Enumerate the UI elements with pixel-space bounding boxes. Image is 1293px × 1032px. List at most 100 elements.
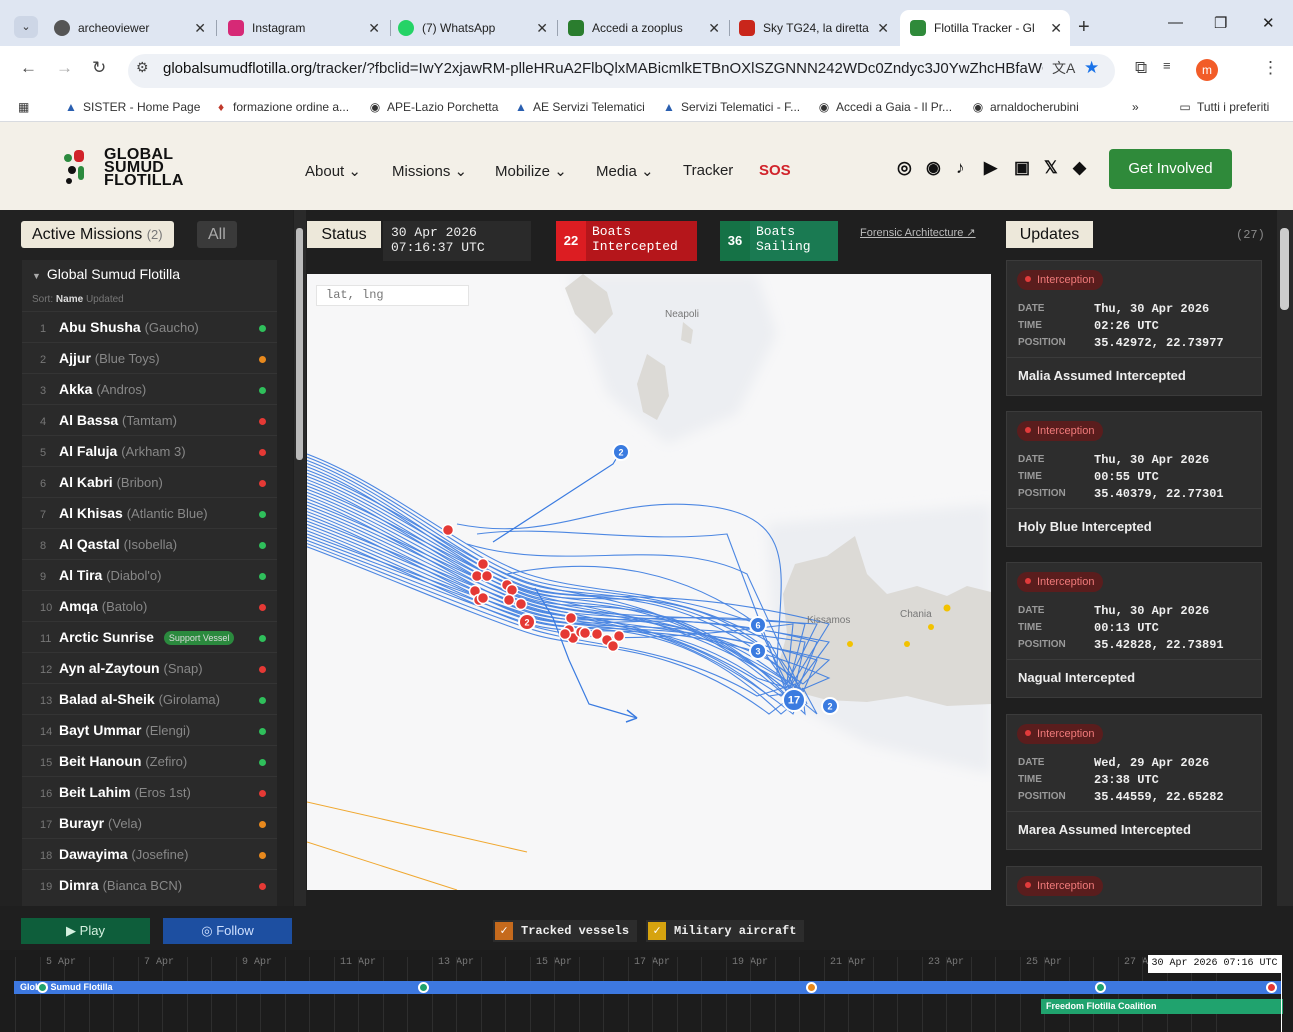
timeline-event-dot[interactable]: [418, 982, 429, 993]
updates-scrollbar[interactable]: [1277, 210, 1293, 906]
vessel-row[interactable]: 17 Burayr (Vela): [22, 807, 277, 838]
tab-zooplus[interactable]: Accedi a zooplus ✕: [558, 10, 728, 46]
vessel-row[interactable]: 18 Dawayima (Josefine): [22, 838, 277, 869]
instagram-icon[interactable]: ◎: [897, 158, 912, 178]
update-card[interactable]: Interception DATE Thu, 30 Apr 2026 TIME 00:5…: [1006, 411, 1262, 547]
military-aircraft-toggle[interactable]: ✓ Military aircraft: [646, 920, 805, 942]
url-text[interactable]: globalsumudflotilla.org/tracker/?fbclid=…: [163, 60, 1043, 77]
bookmark-sister[interactable]: ▲ SISTER - Home Page: [64, 100, 200, 114]
bookmarks-overflow[interactable]: »: [1132, 100, 1139, 114]
vessel-row[interactable]: 6 Al Kabri (Bribon): [22, 466, 277, 497]
close-tab-icon[interactable]: ✕: [1050, 20, 1062, 37]
vessel-row[interactable]: 1 Abu Shusha (Gaucho): [22, 311, 277, 342]
timeline-event-dot[interactable]: [37, 982, 48, 993]
menu-missions[interactable]: Missions ⌄: [392, 162, 467, 180]
mastodon-icon[interactable]: ◆: [1073, 158, 1086, 178]
profile-avatar[interactable]: m: [1196, 59, 1218, 81]
tab-search-button[interactable]: ⌄: [14, 16, 38, 38]
menu-media[interactable]: Media ⌄: [596, 162, 654, 180]
menu-about[interactable]: About ⌄: [305, 162, 361, 180]
tracked-vessels-toggle[interactable]: ✓ Tracked vessels: [493, 920, 638, 942]
site-info-icon[interactable]: ⚙: [136, 59, 149, 76]
forward-icon[interactable]: →: [56, 58, 73, 78]
translate-icon[interactable]: 文A: [1052, 58, 1075, 78]
x-icon[interactable]: 𝕏: [1044, 158, 1058, 178]
update-card[interactable]: Interception: [1006, 866, 1262, 906]
bookmark-ape-lazio[interactable]: ◉ APE-Lazio Porchetta: [368, 100, 499, 114]
bookmark-arnaldocherubini[interactable]: ◉ arnaldocherubini: [971, 100, 1079, 114]
play-button[interactable]: ▶ Play: [21, 918, 150, 944]
vessel-row[interactable]: 2 Ajjur (Blue Toys): [22, 342, 277, 373]
timeline-track-gsf[interactable]: [14, 981, 1281, 994]
bookmark-star-icon[interactable]: ★: [1084, 58, 1099, 78]
tab-archeoviewer[interactable]: archeoviewer ✕: [44, 10, 214, 46]
active-missions-tab[interactable]: Active Missions (2): [21, 221, 174, 248]
menu-tracker[interactable]: Tracker: [683, 162, 733, 179]
timeline-event-dot[interactable]: [1095, 982, 1106, 993]
tab-whatsapp[interactable]: (7) WhatsApp ✕: [388, 10, 556, 46]
vessel-row[interactable]: 16 Beit Lahim (Eros 1st): [22, 776, 277, 807]
tab-flotilla-tracker[interactable]: Flotilla Tracker - Gl ✕: [900, 10, 1070, 46]
scroll-thumb[interactable]: [1280, 228, 1289, 310]
close-tab-icon[interactable]: ✕: [708, 20, 720, 37]
forensic-architecture-link[interactable]: Forensic Architecture ↗: [860, 226, 976, 239]
vessel-row[interactable]: 8 Al Qastal (Isobella): [22, 528, 277, 559]
all-bookmarks-folder[interactable]: ▭ Tutti i preferiti: [1178, 100, 1269, 114]
vessel-number: 1: [40, 323, 47, 335]
vessel-row[interactable]: 14 Bayt Ummar (Elengi): [22, 714, 277, 745]
close-tab-icon[interactable]: ✕: [877, 20, 889, 37]
vessel-row[interactable]: 19 Dimra (Bianca BCN): [22, 869, 277, 900]
tab-instagram[interactable]: Instagram ✕: [218, 10, 388, 46]
vessel-row[interactable]: 10 Amqa (Batolo): [22, 590, 277, 621]
timeline-cursor[interactable]: [1281, 955, 1282, 1032]
update-card[interactable]: Interception DATE Thu, 30 Apr 2026 TIME 00:1…: [1006, 562, 1262, 698]
menu-sos[interactable]: SOS: [759, 162, 791, 179]
intercepted-boat-marker: [578, 626, 592, 640]
reload-icon[interactable]: ↻: [92, 58, 106, 78]
restore-icon[interactable]: ❐: [1214, 14, 1227, 32]
browser-menu-icon[interactable]: ⋮: [1262, 58, 1279, 78]
close-tab-icon[interactable]: ✕: [536, 20, 548, 37]
close-tab-icon[interactable]: ✕: [368, 20, 380, 37]
apps-grid-icon[interactable]: ▦: [18, 100, 29, 114]
telegram-icon[interactable]: ◉: [926, 158, 941, 178]
coordinate-search-input[interactable]: lat, lng: [316, 285, 469, 306]
close-tab-icon[interactable]: ✕: [194, 20, 206, 37]
vessel-row[interactable]: 12 Ayn al-Zaytoun (Snap): [22, 652, 277, 683]
vessel-row[interactable]: 15 Beit Hanoun (Zefiro): [22, 745, 277, 776]
linkedin-icon[interactable]: ▣: [1014, 158, 1030, 178]
close-window-icon[interactable]: ✕: [1262, 14, 1275, 32]
fleet-header[interactable]: ▼ Global Sumud Flotilla: [32, 266, 180, 282]
extensions-icon[interactable]: ⧉: [1135, 58, 1147, 78]
tiktok-icon[interactable]: ♪: [956, 158, 965, 178]
timeline-event-dot[interactable]: [1266, 982, 1277, 993]
bookmark-formazione[interactable]: ♦ formazione ordine a...: [214, 100, 349, 114]
minimize-icon[interactable]: —: [1168, 14, 1183, 31]
vessel-row[interactable]: 4 Al Bassa (Tamtam): [22, 404, 277, 435]
vessel-row[interactable]: 3 Akka (Andros): [22, 373, 277, 404]
vessel-row[interactable]: 13 Balad al-Sheik (Girolama): [22, 683, 277, 714]
update-card[interactable]: Interception DATE Wed, 29 Apr 2026 TIME 23:3…: [1006, 714, 1262, 850]
follow-button[interactable]: ◎ Follow: [163, 918, 292, 944]
bookmark-gaia[interactable]: ◉ Accedi a Gaia - Il Pr...: [817, 100, 952, 114]
scroll-thumb[interactable]: [296, 228, 303, 460]
new-tab-icon[interactable]: +: [1078, 16, 1090, 39]
back-icon[interactable]: ←: [20, 58, 37, 78]
all-missions-tab[interactable]: All: [197, 221, 237, 248]
get-involved-button[interactable]: Get Involved: [1109, 149, 1232, 189]
sort-by-updated[interactable]: Updated: [86, 294, 124, 305]
timeline-event-dot[interactable]: [806, 982, 817, 993]
vessel-row[interactable]: 5 Al Faluja (Arkham 3): [22, 435, 277, 466]
vessel-row[interactable]: 11 Arctic Sunrise Support Vessel: [22, 621, 277, 652]
reading-list-icon[interactable]: ≡: [1163, 58, 1171, 73]
youtube-icon[interactable]: ▶: [984, 158, 997, 178]
bookmark-servizi-telematici[interactable]: ▲ Servizi Telematici - F...: [662, 100, 800, 114]
vessel-row[interactable]: 7 Al Khisas (Atlantic Blue): [22, 497, 277, 528]
sort-by-name[interactable]: Name: [56, 294, 83, 305]
vessel-row[interactable]: 9 Al Tira (Diabol'o): [22, 559, 277, 590]
menu-mobilize[interactable]: Mobilize ⌄: [495, 162, 567, 180]
bookmark-ae-servizi[interactable]: ▲ AE Servizi Telematici: [514, 100, 645, 114]
tracker-map[interactable]: 2 2 6 3 17 2: [307, 274, 991, 890]
tab-skytg24[interactable]: Sky TG24, la diretta ✕: [729, 10, 897, 46]
update-card[interactable]: Interception DATE Thu, 30 Apr 2026 TIME 02:2…: [1006, 260, 1262, 396]
